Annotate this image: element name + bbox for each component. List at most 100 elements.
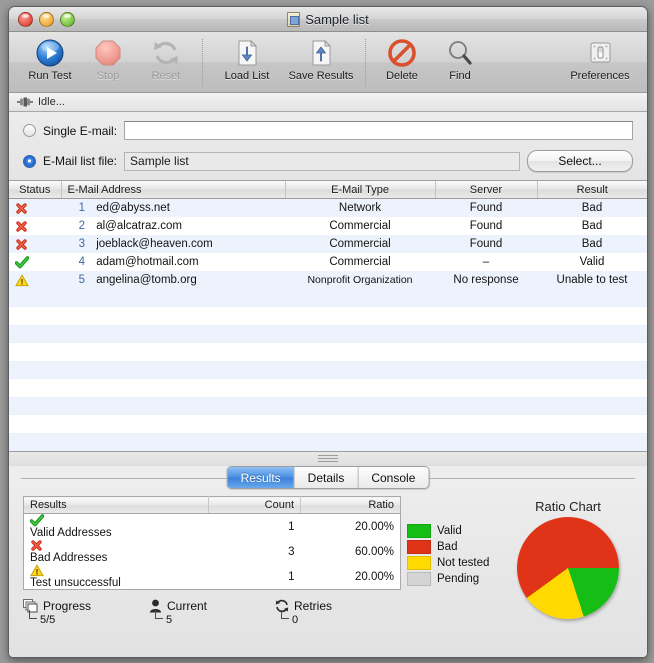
- application-window: Sample list: [8, 6, 648, 658]
- column-header-email-type[interactable]: E-Mail Type: [285, 181, 435, 199]
- row-address: adam@hotmail.com: [96, 256, 198, 268]
- row-result: Unable to test: [537, 271, 647, 289]
- play-circle-icon: [35, 38, 65, 68]
- row-server: Found: [435, 217, 537, 235]
- legend-swatch-pending: [407, 572, 431, 586]
- load-list-label: Load List: [225, 70, 270, 82]
- table-row[interactable]: 3 joeblack@heaven.com Commercial Found B…: [9, 235, 647, 253]
- tab-results[interactable]: Results: [228, 467, 295, 488]
- stat-retries-label: Retries: [294, 599, 332, 613]
- column-header-result[interactable]: Result: [537, 181, 647, 199]
- results-column-header-results[interactable]: Results: [24, 497, 209, 514]
- row-number: 1: [67, 202, 85, 214]
- results-label-cell: Test unsuccessful: [24, 564, 209, 590]
- stat-current-value: 5: [154, 614, 275, 626]
- legend-label-not-tested: Not tested: [437, 557, 489, 569]
- load-list-button[interactable]: Load List: [210, 36, 284, 82]
- splitter-grip[interactable]: [318, 455, 338, 464]
- reset-label: Reset: [152, 70, 181, 82]
- connector-icon: [17, 97, 33, 107]
- window-controls: [9, 12, 75, 27]
- stat-retries-head: Retries: [275, 599, 401, 613]
- tab-console[interactable]: Console: [358, 467, 428, 488]
- pie-chart: [517, 517, 619, 619]
- valid-icon: [15, 256, 55, 269]
- row-number: 5: [67, 274, 85, 286]
- results-summary-table: Results Count Ratio: [23, 496, 401, 590]
- bad-icon: [15, 238, 55, 251]
- row-number: 2: [67, 220, 85, 232]
- table-row[interactable]: 4 adam@hotmail.com Commercial – Valid: [9, 253, 647, 271]
- row-result: Bad: [537, 235, 647, 253]
- table-row[interactable]: 2 al@alcatraz.com Commercial Found Bad: [9, 217, 647, 235]
- bad-icon: [30, 539, 203, 552]
- row-server: Found: [435, 235, 537, 253]
- results-column-header-ratio[interactable]: Ratio: [301, 497, 401, 514]
- document-down-arrow-icon: [232, 38, 262, 68]
- list-item[interactable]: Bad Addresses 3 60.00%: [24, 539, 401, 564]
- legend-swatch-bad: [407, 540, 431, 554]
- results-summary-body: Valid Addresses 1 20.00%: [24, 514, 401, 590]
- list-item[interactable]: Valid Addresses 1 20.00%: [24, 514, 401, 540]
- list-item[interactable]: Test unsuccessful 1 20.00%: [24, 564, 401, 590]
- email-list-file-value[interactable]: Sample list: [124, 152, 520, 171]
- row-type: Commercial: [285, 253, 435, 271]
- empty-rows-area[interactable]: [9, 289, 647, 451]
- results-count: 1: [209, 564, 301, 590]
- results-label-cell: Bad Addresses: [24, 539, 209, 564]
- row-address-cell: 1 ed@abyss.net: [61, 199, 285, 218]
- row-status-cell: [9, 271, 61, 289]
- preferences-button[interactable]: Preferences: [563, 36, 637, 82]
- warn-icon: [30, 564, 203, 577]
- title-bar[interactable]: Sample list: [9, 7, 647, 32]
- bad-icon: [15, 220, 55, 233]
- splitter[interactable]: [9, 452, 647, 466]
- stat-current-label: Current: [167, 599, 207, 613]
- results-pane: Results Count Ratio: [9, 492, 647, 657]
- stop-octagon-icon: [93, 38, 123, 68]
- tab-details[interactable]: Details: [295, 467, 359, 488]
- column-header-server[interactable]: Server: [435, 181, 537, 199]
- toolbar-group-edit: Delete Find: [373, 36, 489, 82]
- email-list-file-radio[interactable]: [23, 155, 36, 168]
- reset-button[interactable]: Reset: [137, 36, 195, 82]
- save-results-button[interactable]: Save Results: [284, 36, 358, 82]
- results-column-header-count[interactable]: Count: [209, 497, 301, 514]
- single-email-input[interactable]: [124, 121, 633, 140]
- row-result: Bad: [537, 217, 647, 235]
- email-list-panel: Status E-Mail Address E-Mail Type Server…: [9, 181, 647, 452]
- run-test-button[interactable]: Run Test: [21, 36, 79, 82]
- toolbar-group-file: Load List Save Results: [210, 36, 358, 82]
- toolbar-separator-1: [202, 39, 203, 86]
- legend-item-bad: Bad: [407, 540, 503, 554]
- email-list-table: Status E-Mail Address E-Mail Type Server…: [9, 181, 647, 289]
- toolbar-group-run: Run Test: [21, 36, 195, 82]
- select-file-button[interactable]: Select...: [527, 150, 633, 172]
- legend-label-pending: Pending: [437, 573, 479, 585]
- table-row[interactable]: 1 ed@abyss.net Network Found Bad: [9, 199, 647, 218]
- table-row[interactable]: 5 angelina@tomb.org Nonprofit Organizati…: [9, 271, 647, 289]
- delete-button[interactable]: Delete: [373, 36, 431, 82]
- zoom-button[interactable]: [60, 12, 75, 27]
- stats-row: Progress 5/5 Current: [23, 599, 401, 626]
- results-ratio: 60.00%: [301, 539, 401, 564]
- document-icon: [287, 12, 300, 27]
- stat-progress-label: Progress: [43, 599, 91, 613]
- stop-button[interactable]: Stop: [79, 36, 137, 82]
- close-button[interactable]: [18, 12, 33, 27]
- stat-retries-value: 0: [280, 614, 401, 626]
- no-entry-icon: [387, 38, 417, 68]
- minimize-button[interactable]: [39, 12, 54, 27]
- chart-title: Ratio Chart: [535, 499, 601, 514]
- stop-label: Stop: [97, 70, 120, 82]
- column-header-status[interactable]: Status: [9, 181, 61, 199]
- row-status-cell: [9, 199, 61, 218]
- single-email-radio[interactable]: [23, 124, 36, 137]
- find-button[interactable]: Find: [431, 36, 489, 82]
- results-label: Test unsuccessful: [30, 577, 121, 589]
- legend-label-valid: Valid: [437, 525, 462, 537]
- row-number: 3: [67, 238, 85, 250]
- row-server: –: [435, 253, 537, 271]
- column-header-email-address[interactable]: E-Mail Address: [61, 181, 285, 199]
- table-header-row: Status E-Mail Address E-Mail Type Server…: [9, 181, 647, 199]
